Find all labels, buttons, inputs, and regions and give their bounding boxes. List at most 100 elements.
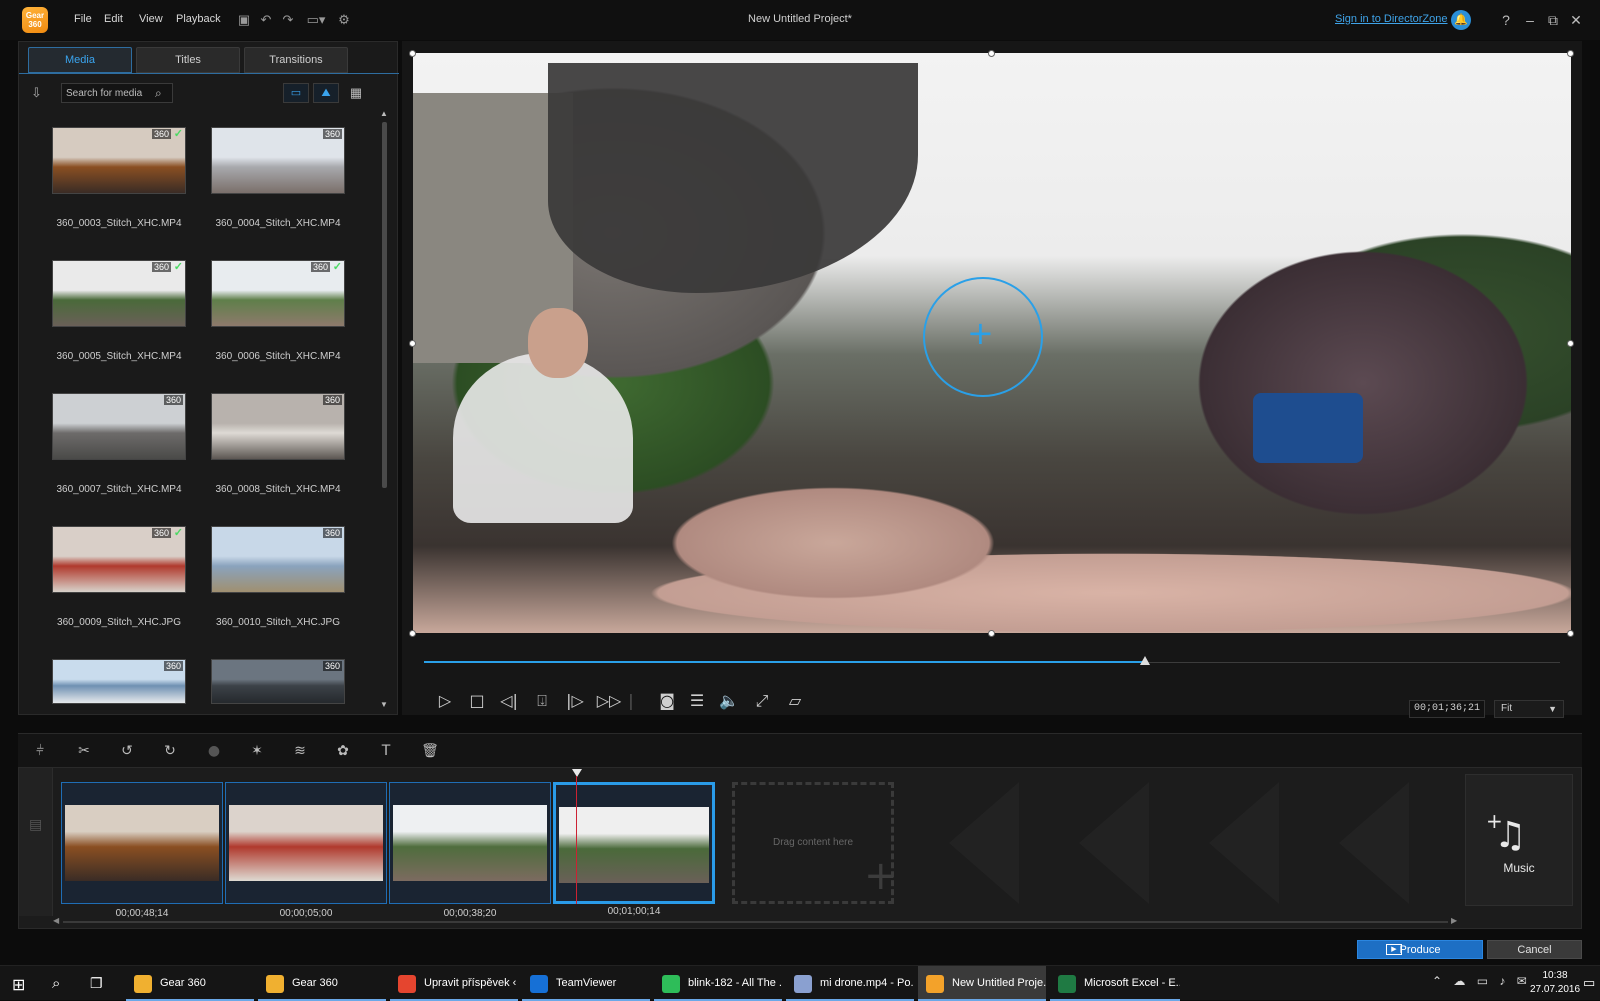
notification-bell-icon[interactable]: 🔔: [1451, 10, 1471, 30]
media-thumbnail[interactable]: 360: [211, 526, 345, 593]
playhead-marker[interactable]: [572, 769, 582, 777]
snapshot-marker-icon[interactable]: ⍗: [529, 688, 555, 714]
taskbar-app[interactable]: blink-182 - All The ...: [654, 966, 782, 1001]
resize-handle-l[interactable]: [409, 340, 416, 347]
add-content-icon[interactable]: +: [864, 856, 898, 896]
resize-handle-tl[interactable]: [409, 50, 416, 57]
scroll-track[interactable]: [63, 921, 1448, 923]
minimize-icon[interactable]: –: [1520, 10, 1540, 30]
resize-handle-t[interactable]: [988, 50, 995, 57]
storyboard-clip[interactable]: 00;00;48;14: [61, 782, 223, 919]
grid-view-icon[interactable]: ▦: [347, 83, 365, 103]
media-item[interactable]: 360 ✓ 360_0005_Stitch_XHC.MP4: [52, 260, 186, 362]
task-view-icon[interactable]: ❐: [90, 975, 103, 992]
menu-file[interactable]: File: [74, 13, 92, 25]
taskbar-app[interactable]: TeamViewer: [522, 966, 650, 1001]
play-icon[interactable]: ▷: [432, 688, 458, 714]
resize-handle-bl[interactable]: [409, 630, 416, 637]
search-icon[interactable]: ⌕: [52, 975, 60, 992]
menu-playback[interactable]: Playback: [176, 13, 221, 25]
tab-titles[interactable]: Titles: [136, 47, 240, 73]
aspect-ratio-icon[interactable]: ▭▾: [304, 12, 328, 28]
subtitle-icon[interactable]: ☰: [684, 688, 710, 714]
taskbar-app[interactable]: mi drone.mp4 - Po...: [786, 966, 914, 1001]
clock[interactable]: 10:38 27.07.2016: [1530, 969, 1580, 997]
viewpoint-crosshair-icon[interactable]: +: [967, 317, 994, 349]
media-thumbnail[interactable]: 360: [52, 393, 186, 460]
media-thumbnail[interactable]: 360 ✓: [52, 127, 186, 194]
media-thumbnail[interactable]: 360: [211, 393, 345, 460]
media-thumbnail[interactable]: 360 ✓: [211, 260, 345, 327]
media-thumbnail[interactable]: 360: [52, 659, 186, 704]
media-item[interactable]: 360: [211, 659, 345, 704]
split-icon[interactable]: ⫩: [29, 742, 51, 760]
media-thumbnail[interactable]: 360: [211, 659, 345, 704]
storyboard-clip[interactable]: 00;00;38;20: [389, 782, 551, 919]
resize-handle-r[interactable]: [1567, 340, 1574, 347]
media-thumbnail[interactable]: 360 ✓: [52, 526, 186, 593]
volume-icon[interactable]: 🔈: [716, 688, 742, 714]
media-item[interactable]: 360 360_0010_Stitch_XHC.JPG: [211, 526, 345, 628]
next-frame-icon[interactable]: |▷: [562, 688, 588, 714]
save-icon[interactable]: ▣: [236, 12, 252, 28]
delete-icon[interactable]: 🗑: [419, 742, 441, 760]
sign-in-link[interactable]: Sign in to DirectorZone: [1335, 13, 1448, 25]
restore-icon[interactable]: ⧉: [1543, 10, 1563, 30]
resize-handle-br[interactable]: [1567, 630, 1574, 637]
media-item[interactable]: 360: [52, 659, 186, 704]
import-media-icon[interactable]: ⇩: [31, 85, 49, 101]
storyboard-clip[interactable]: 00;01;00;14: [553, 782, 715, 917]
scroll-right-icon[interactable]: ▶: [1451, 916, 1457, 925]
video-filter-icon[interactable]: ▭: [283, 83, 309, 103]
undo-icon[interactable]: ↶: [258, 12, 274, 28]
scrub-handle[interactable]: [1140, 656, 1150, 665]
particle-icon[interactable]: ✿: [332, 742, 354, 760]
media-item[interactable]: 360 ✓ 360_0006_Stitch_XHC.MP4: [211, 260, 345, 362]
storyboard-mode-icon[interactable]: ▤: [29, 816, 42, 833]
title-icon[interactable]: T: [375, 742, 397, 760]
scroll-down-icon[interactable]: ▼: [380, 700, 388, 709]
fix-enhance-icon[interactable]: ●: [203, 742, 225, 760]
tab-media[interactable]: Media: [28, 47, 132, 73]
taskbar-app[interactable]: Gear 360: [126, 966, 254, 1001]
scroll-thumb[interactable]: [382, 122, 387, 488]
menu-view[interactable]: View: [139, 13, 163, 25]
media-item[interactable]: 360 ✓ 360_0009_Stitch_XHC.JPG: [52, 526, 186, 628]
media-item[interactable]: 360 ✓ 360_0003_Stitch_XHC.MP4: [52, 127, 186, 229]
media-thumbnail[interactable]: 360: [211, 127, 345, 194]
zoom-select[interactable]: Fit ▼: [1494, 700, 1564, 718]
produce-button[interactable]: ▶ Produce: [1357, 940, 1483, 959]
storyboard-scrollbar[interactable]: ◀ ▶: [53, 916, 1457, 928]
fullscreen-icon[interactable]: ⤢: [749, 688, 775, 714]
fast-forward-icon[interactable]: ▷▷: [596, 688, 622, 714]
storyboard-clip[interactable]: 00;00;05;00: [225, 782, 387, 919]
rotate-right-icon[interactable]: ↻: [159, 742, 181, 760]
scroll-left-icon[interactable]: ◀: [53, 916, 59, 925]
rotate-left-icon[interactable]: ↺: [116, 742, 138, 760]
close-icon[interactable]: ✕: [1566, 10, 1586, 30]
preview-360-viewer[interactable]: +: [413, 53, 1571, 633]
media-item[interactable]: 360 360_0007_Stitch_XHC.MP4: [52, 393, 186, 495]
action-center-icon[interactable]: ▭: [1583, 975, 1595, 991]
media-item[interactable]: 360 360_0008_Stitch_XHC.MP4: [211, 393, 345, 495]
help-icon[interactable]: ?: [1496, 10, 1516, 30]
resize-handle-b[interactable]: [988, 630, 995, 637]
camera-icon[interactable]: ◙: [654, 688, 680, 714]
menu-edit[interactable]: Edit: [104, 13, 123, 25]
effect-icon[interactable]: ✶: [246, 742, 268, 760]
speed-icon[interactable]: ≋: [289, 742, 311, 760]
windows-start-icon[interactable]: ⊞: [12, 975, 25, 994]
stop-icon[interactable]: □: [464, 688, 490, 714]
media-item[interactable]: 360 360_0004_Stitch_XHC.MP4: [211, 127, 345, 229]
media-thumbnail[interactable]: 360 ✓: [52, 260, 186, 327]
redo-icon[interactable]: ↷: [280, 12, 296, 28]
settings-icon[interactable]: ⚙: [336, 12, 352, 28]
system-tray-icons[interactable]: ⌃ ☁ ▭ ♪ ✉: [1432, 974, 1531, 988]
music-button[interactable]: + ♫ Music: [1465, 774, 1573, 906]
taskbar-app[interactable]: Gear 360: [258, 966, 386, 1001]
scroll-up-icon[interactable]: ▲: [380, 109, 388, 118]
library-scrollbar[interactable]: ▲ ▼: [380, 109, 390, 712]
tab-transitions[interactable]: Transitions: [244, 47, 348, 73]
taskbar-app[interactable]: Microsoft Excel - E...: [1050, 966, 1180, 1001]
image-filter-icon[interactable]: ⛰: [313, 83, 339, 103]
